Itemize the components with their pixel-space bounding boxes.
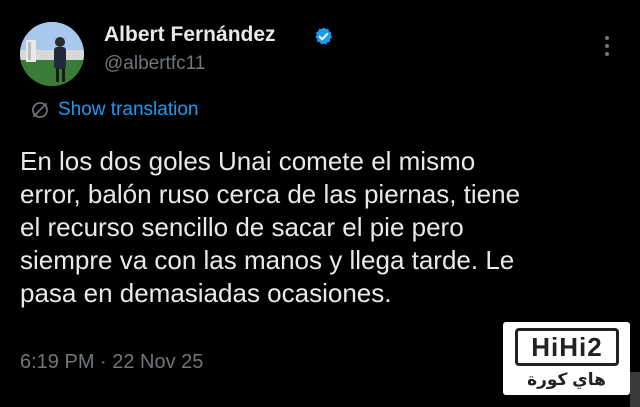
- watermark-logo: HiHi2 هاي كورة: [503, 322, 630, 395]
- tweet-body: En los dos goles Unai comete el mismo er…: [20, 145, 620, 310]
- translate-globe-icon: [32, 102, 48, 118]
- watermark-arabic-text: هاي كورة: [527, 370, 606, 389]
- tweet-body-line: el recurso sencillo de sacar el pie pero: [20, 212, 464, 242]
- watermark-logo-text: HiHi2: [515, 328, 619, 366]
- author-avatar[interactable]: [20, 22, 84, 86]
- tweet-timestamp[interactable]: 6:19 PM · 22 Nov 25: [20, 351, 203, 374]
- more-options-icon[interactable]: [600, 33, 614, 59]
- show-translation-label[interactable]: Show translation: [58, 99, 198, 121]
- author-name[interactable]: Albert Fernández: [104, 23, 276, 47]
- tweet-body-line: siempre va con las manos y llega tarde. …: [20, 245, 515, 275]
- verified-badge-icon: [315, 27, 333, 45]
- tweet-body-line: error, balón ruso cerca de las piernas, …: [20, 179, 521, 209]
- tweet-body-line: pasa en demasiadas ocasiones.: [20, 278, 392, 308]
- avatar-photo: [20, 22, 84, 86]
- show-translation-link[interactable]: Show translation: [30, 99, 198, 121]
- tweet-body-line: En los dos goles Unai comete el mismo: [20, 146, 476, 176]
- watermark-edge: [630, 372, 640, 407]
- author-handle[interactable]: @albertfc11: [104, 53, 205, 75]
